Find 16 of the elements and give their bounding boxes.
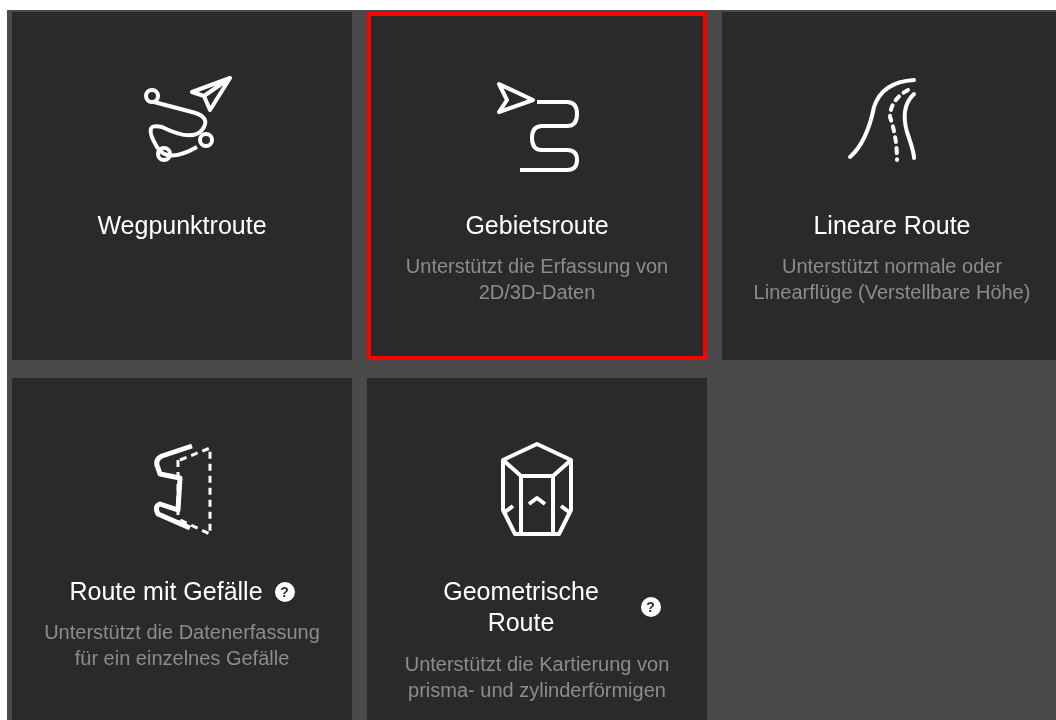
route-type-card[interactable]: Route mit Gefälle ? Unterstützt die Datenerfassung für ein einzelnes Gefälle <box>12 378 352 720</box>
help-icon[interactable]: ? <box>640 597 661 618</box>
route-type-title: Route mit Gefälle <box>69 576 263 607</box>
route-type-title: Gebietsroute <box>465 210 609 241</box>
route-type-description: Unterstützt die Erfassung von 2D/3D-Daten <box>404 254 670 306</box>
route-type-title: Geometrische Route <box>442 576 600 639</box>
help-icon[interactable]: ? <box>274 581 295 602</box>
route-type-title: Lineare Route <box>813 210 971 241</box>
route-type-description: Unterstützt die Datenerfassung für ein einzelnes Gefälle <box>43 620 321 672</box>
route-type-card[interactable]: Gebietsroute Unterstützt die Erfassung von 2D/3D-Daten <box>367 12 707 360</box>
route-type-title: Wegpunktroute <box>97 210 267 241</box>
route-type-description: Unterstützt normale oder Linearflüge (Verstellbare Höhe) <box>752 254 1032 306</box>
route-type-description: Unterstützt die Kartierung von prisma- und zylinderförmigen <box>403 651 671 703</box>
route-type-card[interactable]: Lineare Route Unterstützt normale oder Linearflüge (Verstellbare Höhe) <box>722 12 1056 360</box>
route-type-card[interactable]: Wegpunktroute <box>12 12 352 360</box>
route-type-card[interactable]: Geometrische Route ? Unterstützt die Kartierung von prisma- und zylinderförmigen <box>367 378 707 720</box>
